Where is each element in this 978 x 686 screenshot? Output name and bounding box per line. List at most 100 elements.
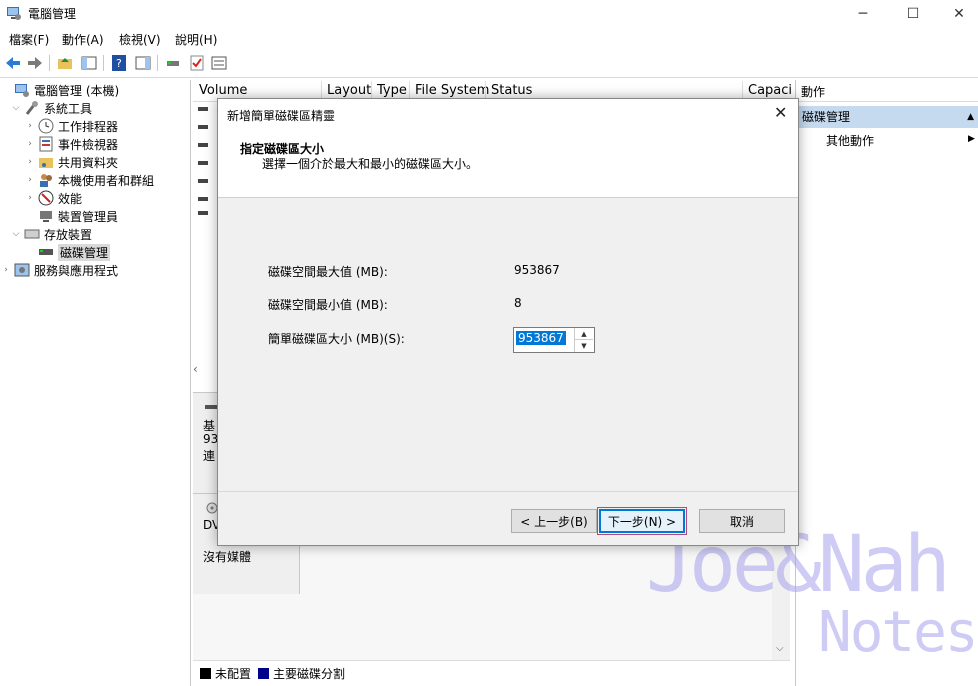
volume-size-label: 簡單磁碟區大小 (MB)(S): [268,332,405,346]
properties-pane-icon[interactable] [133,54,153,72]
tree-device-manager[interactable]: 裝置管理員 [24,207,118,225]
wizard-title: 新增簡單磁碟區精靈 [227,109,336,123]
back-arrow-icon[interactable] [3,54,23,72]
chevron-right-icon[interactable]: › [24,193,36,203]
spin-buttons: ▲ ▼ [574,328,593,352]
next-button[interactable]: 下一步(N) > [597,507,687,535]
chevron-down-icon[interactable]: ⌵ [10,229,22,239]
volume-row-icon [198,125,208,129]
volume-size-stepper[interactable]: 953867 ▲ ▼ [513,327,595,353]
legend-unallocated: 未配置 [215,666,252,681]
tree-shared-folders[interactable]: › 共用資料夾 [24,153,118,171]
menu-action[interactable]: 動作(A) [62,31,104,48]
tree-event-viewer[interactable]: › 事件檢視器 [24,135,118,153]
tree-task-scheduler[interactable]: › 工作排程器 [24,117,118,135]
new-simple-volume-wizard: 新增簡單磁碟區精靈 ✕ 指定磁碟區大小 選擇一個介於最大和最小的磁碟區大小。 磁… [217,98,799,546]
menu-help[interactable]: 說明(H) [175,31,217,48]
show-hide-tree-icon[interactable] [79,54,99,72]
list-view-icon[interactable] [209,54,229,72]
back-button[interactable]: < 上一步(B) [511,509,597,533]
check-icon[interactable] [187,54,207,72]
connect-disk-icon[interactable] [163,54,183,72]
up-folder-icon[interactable] [55,54,75,72]
scroll-left-icon[interactable]: ‹ [193,362,213,380]
users-icon [38,172,54,188]
disk-icon [205,405,217,409]
tree-storage[interactable]: ⌵ 存放裝置 [10,225,92,243]
tree-local-users[interactable]: › 本機使用者和群組 [24,171,154,189]
maximize-button[interactable]: ☐ [890,0,936,27]
services-icon [14,262,30,278]
event-log-icon [38,136,54,152]
max-size-value: 953867 [514,263,560,277]
menu-bar: 檔案(F) 動作(A) 檢視(V) 說明(H) [0,28,978,50]
navigation-tree: 電腦管理 (本機) ⌵ 系統工具 › 工作排程器 › 事件檢視器 › 共用資料夾… [0,80,191,686]
volume-row-icon [198,211,208,215]
col-volume[interactable]: Volume [199,83,247,98]
min-size-label: 磁碟空間最小值 (MB): [268,298,388,312]
storage-icon [24,226,40,242]
wizard-header: 新增簡單磁碟區精靈 ✕ 指定磁碟區大小 選擇一個介於最大和最小的磁碟區大小。 [218,99,798,198]
computer-management-icon [14,82,30,98]
device-manager-icon [38,208,54,224]
col-layout[interactable]: Layout [327,83,371,98]
col-type[interactable]: Type [377,83,407,98]
disk-icon [38,244,54,260]
scroll-down-icon[interactable]: ⌵ [776,643,784,654]
spin-down-icon[interactable]: ▼ [575,340,593,351]
col-status[interactable]: Status [491,83,532,98]
max-size-label: 磁碟空間最大值 (MB): [268,265,388,279]
actions-header: 動作 [796,82,978,102]
more-actions-arrow-icon[interactable]: ▶ [968,134,975,144]
help-icon[interactable]: ? [109,54,129,72]
volume-row-icon [198,143,208,147]
min-size-value: 8 [514,296,522,310]
close-icon[interactable]: ✕ [774,103,787,122]
unallocated-swatch [200,667,211,679]
primary-swatch [258,667,270,679]
window-title: 電腦管理 [28,7,77,21]
volume-row-icon [198,161,208,165]
collapse-up-icon[interactable]: ▲ [967,106,974,128]
close-button[interactable]: ✕ [936,0,978,27]
legend: 未配置 主要磁碟分割 [193,660,790,685]
chevron-down-icon[interactable]: ⌵ [10,103,22,113]
shared-folder-icon [38,154,54,170]
clock-icon [38,118,54,134]
legend-primary: 主要磁碟分割 [273,666,346,681]
tree-system-tools[interactable]: ⌵ 系統工具 [10,99,92,117]
title-bar: 電腦管理 ─ ☐ ✕ [0,0,978,27]
chevron-right-icon[interactable]: › [24,139,36,149]
menu-file[interactable]: 檔案(F) [9,31,49,48]
forward-arrow-icon[interactable] [25,54,45,72]
toolbar: ? [0,50,978,78]
minimize-button[interactable]: ─ [840,0,886,27]
tree-services[interactable]: › 服務與應用程式 [0,261,118,279]
col-capacity[interactable]: Capaci [748,83,792,98]
actions-section-disk-management[interactable]: 磁碟管理 ▲ [796,106,978,128]
footer-divider [218,491,798,492]
more-actions[interactable]: 其他動作 [826,132,874,149]
volume-size-input[interactable]: 953867 [516,331,566,345]
chevron-right-icon[interactable]: › [0,265,12,275]
cancel-button[interactable]: 取消 [699,509,785,533]
tree-performance[interactable]: › 效能 [24,189,82,207]
dvd-status: 沒有媒體 [203,550,252,564]
watermark-line2: Notes [818,600,978,665]
tree-disk-management[interactable]: 磁碟管理 [24,243,111,261]
tools-icon [24,100,40,116]
volume-row-icon [198,179,208,183]
tree-root[interactable]: 電腦管理 (本機) [0,81,119,99]
chevron-right-icon[interactable]: › [24,121,36,131]
wizard-subtitle: 選擇一個介於最大和最小的磁碟區大小。 [262,157,479,171]
chevron-right-icon[interactable]: › [24,157,36,167]
chevron-right-icon[interactable]: › [24,175,36,185]
performance-icon [38,190,54,206]
menu-view[interactable]: 檢視(V) [119,31,161,48]
col-file-system[interactable]: File System [415,83,489,98]
volume-row-icon [198,197,208,201]
svg-text:?: ? [116,57,122,70]
spin-up-icon[interactable]: ▲ [575,328,593,340]
computer-management-icon [6,5,22,21]
volume-row-icon [198,107,208,111]
